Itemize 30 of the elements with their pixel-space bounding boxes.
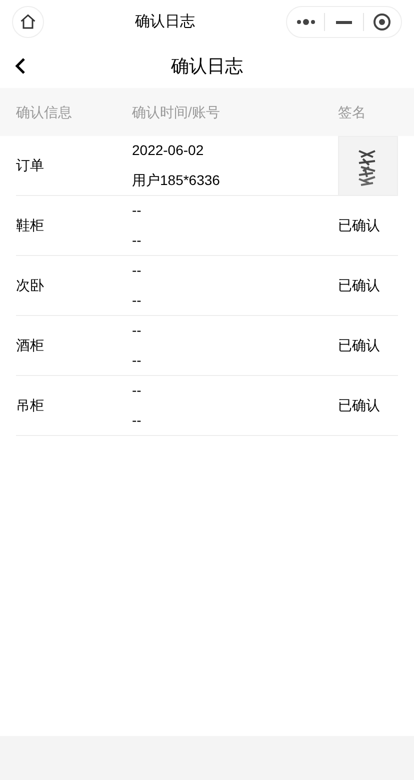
table-cell-text: 用户185*6336 bbox=[132, 171, 221, 190]
status-text: 已确认 bbox=[338, 336, 380, 355]
table-cell-text: -- bbox=[132, 261, 142, 280]
home-icon bbox=[19, 13, 37, 31]
back-icon bbox=[14, 57, 26, 75]
table-cell-text: -- bbox=[132, 351, 142, 370]
column-header: 确认信息 bbox=[16, 102, 73, 122]
table-cell-text: 吊柜 bbox=[16, 396, 45, 415]
table-cell-text: 次卧 bbox=[16, 276, 45, 295]
status-text: 已确认 bbox=[338, 396, 380, 415]
table-cell-text: -- bbox=[132, 381, 142, 400]
window-title: 确认日志 bbox=[135, 12, 195, 32]
table-cell-text: 2022-06-02 bbox=[132, 141, 205, 160]
table-cell-text: -- bbox=[132, 201, 142, 220]
column-header: 签名 bbox=[338, 102, 366, 122]
column-header: 确认时间/账号 bbox=[132, 102, 221, 122]
home-button[interactable] bbox=[12, 6, 44, 38]
close-icon bbox=[373, 13, 392, 31]
table-cell-text: -- bbox=[132, 291, 142, 310]
minimize-icon bbox=[336, 20, 352, 24]
table-cell-text: -- bbox=[132, 411, 142, 430]
table-cell-text: 订单 bbox=[16, 156, 45, 175]
table-cell-text: -- bbox=[132, 321, 142, 340]
table-cell-text: 酒柜 bbox=[16, 336, 45, 355]
more-icon bbox=[296, 19, 316, 25]
table-cell-text: 鞋柜 bbox=[16, 216, 45, 235]
status-text: 已确认 bbox=[338, 276, 380, 295]
page-title: 确认日志 bbox=[171, 54, 243, 78]
table-cell-text: -- bbox=[132, 231, 142, 250]
status-text: 已确认 bbox=[338, 216, 380, 235]
